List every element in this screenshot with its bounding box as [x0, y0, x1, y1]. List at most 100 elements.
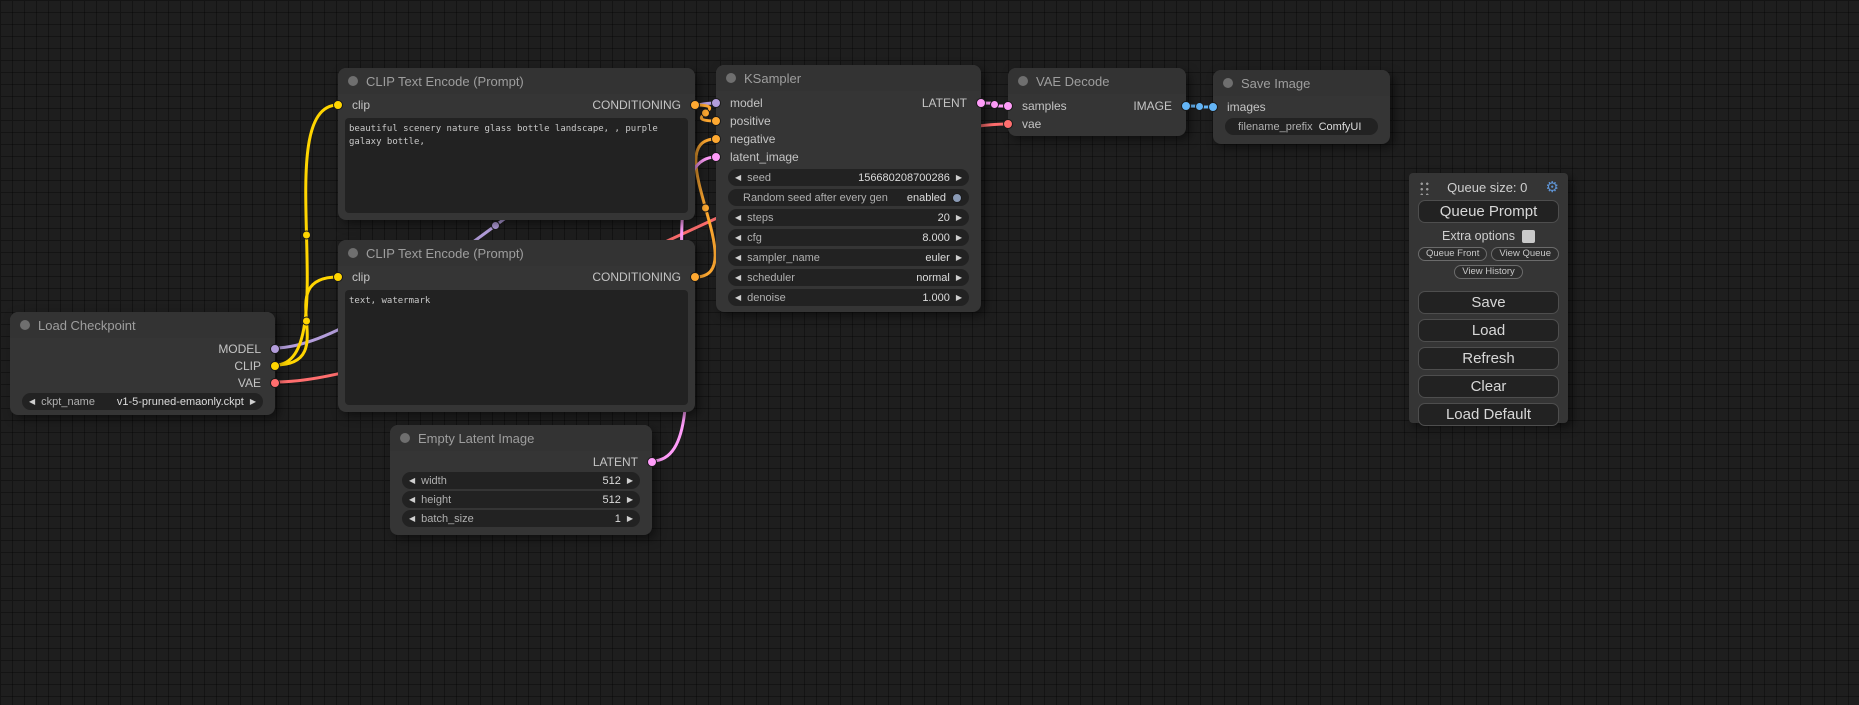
output-slot-conditioning[interactable]	[690, 272, 700, 282]
node-save-image[interactable]: Save Image images filename_prefix ComfyU…	[1213, 70, 1390, 144]
decrement-arrow-icon[interactable]: ◀	[735, 174, 741, 182]
input-slot-latent-image[interactable]	[711, 152, 721, 162]
negative-prompt-textarea[interactable]: text, watermark	[345, 290, 688, 405]
decrement-arrow-icon[interactable]: ◀	[409, 477, 415, 485]
view-history-button[interactable]: View History	[1454, 265, 1523, 279]
output-slot-conditioning[interactable]	[690, 100, 700, 110]
input-slot-vae[interactable]	[1003, 119, 1013, 129]
increment-arrow-icon[interactable]: ▶	[627, 496, 633, 504]
settings-gear-icon[interactable]: ⚙	[1546, 180, 1559, 195]
input-slot-negative[interactable]	[711, 134, 721, 144]
widget-scheduler[interactable]: ◀ scheduler normal ▶	[728, 269, 969, 286]
output-slot-clip[interactable]	[270, 361, 280, 371]
decrement-arrow-icon[interactable]: ◀	[29, 398, 35, 406]
drag-handle-icon[interactable]	[1418, 180, 1429, 195]
increment-arrow-icon[interactable]: ▶	[627, 515, 633, 523]
collapse-dot-icon[interactable]	[348, 248, 358, 258]
decrement-arrow-icon[interactable]: ◀	[735, 234, 741, 242]
widget-width[interactable]: ◀ width 512 ▶	[402, 472, 640, 489]
link-midpoint-dot	[702, 109, 710, 117]
decrement-arrow-icon[interactable]: ◀	[409, 496, 415, 504]
output-slot-vae[interactable]	[270, 378, 280, 388]
node-clip-text-encode-negative[interactable]: CLIP Text Encode (Prompt) clip CONDITION…	[338, 240, 695, 412]
increment-arrow-icon[interactable]: ▶	[250, 398, 256, 406]
widget-sampler-name[interactable]: ◀ sampler_name euler ▶	[728, 249, 969, 266]
decrement-arrow-icon[interactable]: ◀	[735, 274, 741, 282]
collapse-dot-icon[interactable]	[1223, 78, 1233, 88]
input-slot-clip[interactable]	[333, 272, 343, 282]
save-button[interactable]: Save	[1418, 291, 1559, 314]
increment-arrow-icon[interactable]: ▶	[956, 174, 962, 182]
node-title-bar[interactable]: Save Image	[1213, 70, 1390, 96]
queue-front-button[interactable]: Queue Front	[1418, 247, 1487, 261]
increment-arrow-icon[interactable]: ▶	[627, 477, 633, 485]
widget-height[interactable]: ◀ height 512 ▶	[402, 491, 640, 508]
widget-cfg[interactable]: ◀ cfg 8.000 ▶	[728, 229, 969, 246]
input-slot-samples[interactable]	[1003, 101, 1013, 111]
node-title-bar[interactable]: Empty Latent Image	[390, 425, 652, 451]
input-label: images	[1227, 100, 1266, 114]
node-title-bar[interactable]: CLIP Text Encode (Prompt)	[338, 240, 695, 266]
decrement-arrow-icon[interactable]: ◀	[735, 214, 741, 222]
node-title-bar[interactable]: Load Checkpoint	[10, 312, 275, 338]
input-label: clip	[352, 98, 370, 112]
queue-prompt-button[interactable]: Queue Prompt	[1418, 200, 1559, 223]
extra-options-checkbox[interactable]	[1522, 230, 1535, 243]
view-history-row: View History	[1418, 265, 1559, 279]
refresh-button[interactable]: Refresh	[1418, 347, 1559, 370]
slot-row: clip CONDITIONING	[338, 96, 695, 114]
output-slot-latent[interactable]	[976, 98, 986, 108]
node-vae-decode[interactable]: VAE Decode samples IMAGE vae	[1008, 68, 1186, 136]
slot-row: positive	[716, 112, 981, 130]
clear-button[interactable]: Clear	[1418, 375, 1559, 398]
input-slot-model[interactable]	[711, 98, 721, 108]
input-label: negative	[730, 132, 775, 146]
node-title-bar[interactable]: VAE Decode	[1008, 68, 1186, 94]
widget-steps[interactable]: ◀ steps 20 ▶	[728, 209, 969, 226]
widget-filename-prefix[interactable]: filename_prefix ComfyUI	[1225, 118, 1378, 135]
collapse-dot-icon[interactable]	[20, 320, 30, 330]
widget-random-seed-toggle[interactable]: Random seed after every gen enabled	[728, 189, 969, 206]
increment-arrow-icon[interactable]: ▶	[956, 294, 962, 302]
node-ksampler[interactable]: KSampler model LATENT positive negative …	[716, 65, 981, 312]
increment-arrow-icon[interactable]: ▶	[956, 254, 962, 262]
decrement-arrow-icon[interactable]: ◀	[735, 294, 741, 302]
widget-ckpt-name[interactable]: ◀ ckpt_name v1-5-pruned-emaonly.ckpt ▶	[22, 393, 263, 410]
input-label: vae	[1022, 117, 1041, 131]
toggle-knob-icon[interactable]	[952, 193, 962, 203]
decrement-arrow-icon[interactable]: ◀	[409, 515, 415, 523]
output-slot-image[interactable]	[1181, 101, 1191, 111]
widget-value: 1.000	[922, 292, 950, 304]
widget-label: height	[421, 494, 451, 506]
node-clip-text-encode-positive[interactable]: CLIP Text Encode (Prompt) clip CONDITION…	[338, 68, 695, 220]
slot-row: latent_image	[716, 148, 981, 166]
widget-denoise[interactable]: ◀ denoise 1.000 ▶	[728, 289, 969, 306]
widget-label: filename_prefix	[1238, 121, 1313, 133]
decrement-arrow-icon[interactable]: ◀	[735, 254, 741, 262]
node-title-bar[interactable]: CLIP Text Encode (Prompt)	[338, 68, 695, 94]
input-slot-clip[interactable]	[333, 100, 343, 110]
output-slot-model[interactable]	[270, 344, 280, 354]
node-empty-latent-image[interactable]: Empty Latent Image LATENT ◀ width 512 ▶ …	[390, 425, 652, 535]
increment-arrow-icon[interactable]: ▶	[956, 214, 962, 222]
input-slot-positive[interactable]	[711, 116, 721, 126]
extra-options-row: Extra options	[1418, 229, 1559, 243]
queue-menu-panel[interactable]: Queue size: 0 ⚙ Queue Prompt Extra optio…	[1409, 173, 1568, 423]
input-slot-images[interactable]	[1208, 102, 1218, 112]
increment-arrow-icon[interactable]: ▶	[956, 274, 962, 282]
collapse-dot-icon[interactable]	[400, 433, 410, 443]
increment-arrow-icon[interactable]: ▶	[956, 234, 962, 242]
view-queue-button[interactable]: View Queue	[1491, 247, 1559, 261]
load-default-button[interactable]: Load Default	[1418, 403, 1559, 426]
node-load-checkpoint[interactable]: Load Checkpoint MODEL CLIP VAE ◀ ckpt_na…	[10, 312, 275, 415]
load-button[interactable]: Load	[1418, 319, 1559, 342]
node-title-bar[interactable]: KSampler	[716, 65, 981, 91]
collapse-dot-icon[interactable]	[1018, 76, 1028, 86]
positive-prompt-textarea[interactable]: beautiful scenery nature glass bottle la…	[345, 118, 688, 213]
widget-seed[interactable]: ◀ seed 156680208700286 ▶	[728, 169, 969, 186]
queue-actions-row: Queue Front View Queue	[1418, 247, 1559, 261]
collapse-dot-icon[interactable]	[726, 73, 736, 83]
output-slot-latent[interactable]	[647, 457, 657, 467]
collapse-dot-icon[interactable]	[348, 76, 358, 86]
widget-batch-size[interactable]: ◀ batch_size 1 ▶	[402, 510, 640, 527]
